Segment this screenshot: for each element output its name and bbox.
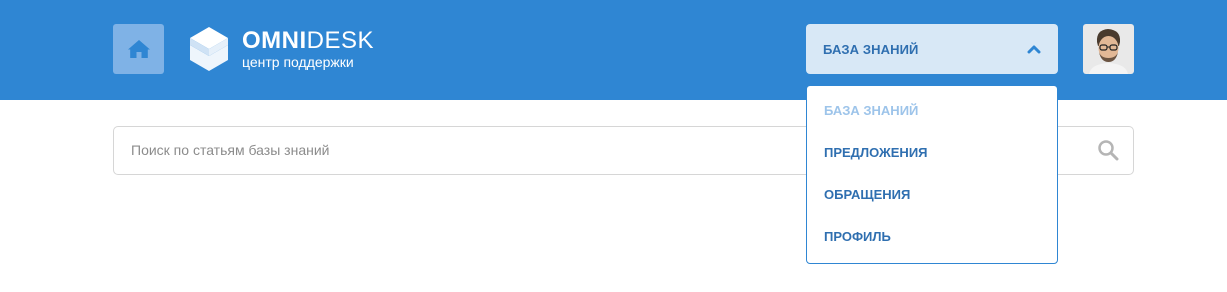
chevron-up-icon: [1027, 45, 1041, 54]
logo-name: OMNIDESK: [242, 29, 374, 53]
omnidesk-logo-icon: [190, 27, 228, 71]
menu-item-suggestions[interactable]: ПРЕДЛОЖЕНИЯ: [824, 145, 928, 160]
menu-item-profile[interactable]: ПРОФИЛЬ: [824, 229, 891, 244]
knowledge-base-menu-toggle[interactable]: БАЗА ЗНАНИЙ: [806, 24, 1058, 74]
search-icon[interactable]: [1097, 139, 1119, 161]
logo-name-light: DESK: [306, 27, 375, 54]
user-avatar[interactable]: [1083, 24, 1134, 74]
omnidesk-logo[interactable]: OMNIDESK центр поддержки: [188, 23, 374, 75]
knowledge-base-dropdown-menu: БАЗА ЗНАНИЙ ПРЕДЛОЖЕНИЯ ОБРАЩЕНИЯ ПРОФИЛ…: [806, 85, 1058, 264]
home-button[interactable]: [113, 24, 164, 74]
user-avatar-image: [1083, 24, 1134, 74]
logo-subtitle: центр поддержки: [242, 54, 354, 70]
home-icon: [127, 40, 150, 58]
logo-name-bold: OMNI: [242, 27, 307, 54]
menu-item-knowledge-base[interactable]: БАЗА ЗНАНИЙ: [824, 103, 918, 118]
menu-item-requests[interactable]: ОБРАЩЕНИЯ: [824, 187, 910, 202]
logo-text: OMNIDESK центр поддержки: [242, 29, 374, 70]
knowledge-base-menu-label: БАЗА ЗНАНИЙ: [823, 41, 919, 57]
